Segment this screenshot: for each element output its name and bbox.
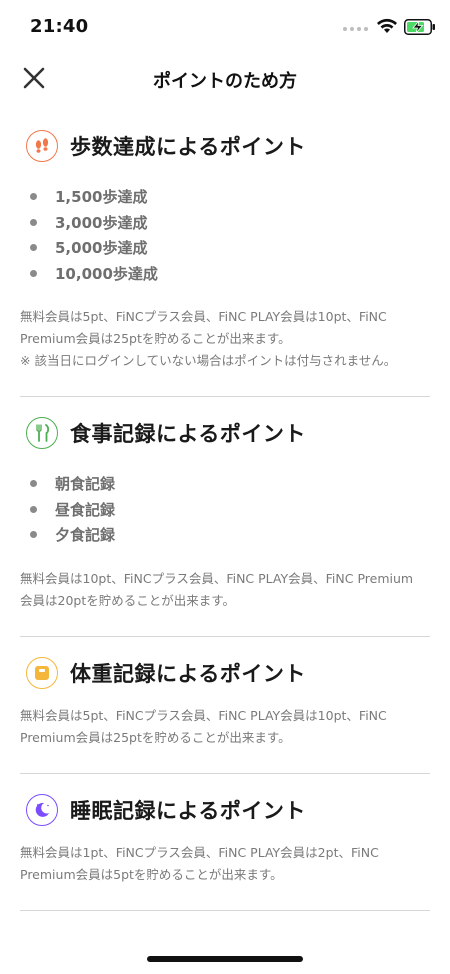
section-title: 体重記録によるポイント [70,661,306,686]
section-title: 睡眠記録によるポイント [70,798,306,823]
list-item: 昼食記録 [20,497,430,523]
note-text: 無料会員は5pt、FiNCプラス会員、FiNC PLAY会員は10pt、FiNC… [20,309,387,346]
cellular-signal-icon [343,27,368,31]
section-note: 無料会員は1pt、FiNCプラス会員、FiNC PLAY会員は2pt、FiNC … [20,844,379,882]
points-guide-content: 歩数達成によるポイント 1,500歩達成 3,000歩達成 5,000歩達成 1… [20,110,430,911]
list-item: 10,000歩達成 [20,261,430,287]
bullet-list: 1,500歩達成 3,000歩達成 5,000歩達成 10,000歩達成 [20,184,430,286]
nav-bar: ポイントのため方 [0,52,450,104]
section-note: 無料会員は5pt、FiNCプラス会員、FiNC PLAY会員は10pt、FiNC… [20,306,424,372]
section-note: 無料会員は10pt、FiNCプラス会員、FiNC PLAY会員、FiNC Pre… [20,570,414,608]
page-title: ポイントのため方 [153,71,297,92]
bullet-list: 朝食記録 昼食記録 夕食記録 [20,471,430,548]
status-bar: 21:40 [0,0,450,52]
wifi-icon [377,18,397,33]
list-item: 3,000歩達成 [20,210,430,236]
battery-charging-icon [404,19,435,35]
section-weight: 体重記録によるポイント 無料会員は5pt、FiNCプラス会員、FiNC PLAY… [20,637,430,774]
section-note: 無料会員は5pt、FiNCプラス会員、FiNC PLAY会員は10pt、FiNC… [20,707,387,745]
section-steps: 歩数達成によるポイント 1,500歩達成 3,000歩達成 5,000歩達成 1… [20,110,430,397]
scale-icon [26,656,58,689]
section-meals: 食事記録によるポイント 朝食記録 昼食記録 夕食記録 無料会員は10pt、FiN… [20,397,430,637]
list-item: 5,000歩達成 [20,235,430,261]
section-header: 体重記録によるポイント [20,653,430,693]
moon-icon [26,793,58,826]
list-item: 朝食記録 [20,471,430,497]
section-header: 食事記録によるポイント [20,413,430,453]
section-title: 食事記録によるポイント [70,422,306,446]
fork-knife-icon [26,417,58,449]
note-caution: ※ 該当日にログインしていない場合はポイントは付与されません。 [20,353,397,368]
footprints-icon [26,130,58,162]
section-header: 歩数達成によるポイント [20,126,430,166]
list-item: 夕食記録 [20,522,430,548]
section-title: 歩数達成によるポイント [70,135,306,159]
section-sleep: 睡眠記録によるポイント 無料会員は1pt、FiNCプラス会員、FiNC PLAY… [20,774,430,911]
section-header: 睡眠記録によるポイント [20,790,430,830]
home-indicator [147,956,303,962]
list-item: 1,500歩達成 [20,184,430,210]
status-time: 21:40 [30,16,89,37]
